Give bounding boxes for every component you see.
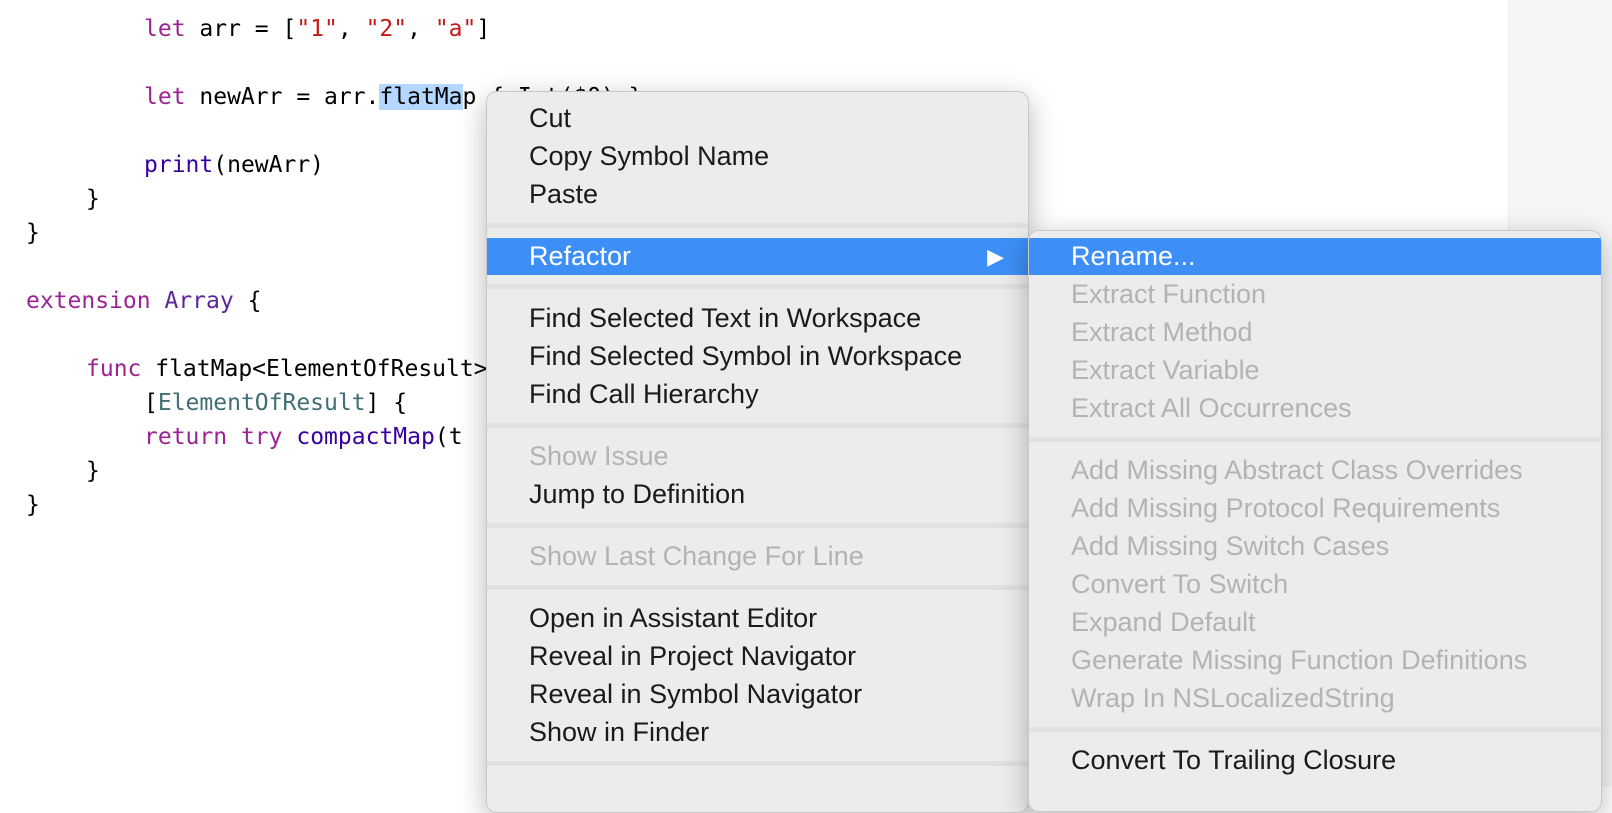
submenu-item-convert-trailing-closure[interactable]: Convert To Trailing Closure (1029, 742, 1601, 779)
menu-item-show-last-change: Show Last Change For Line (529, 541, 864, 571)
keyword-func: func (86, 356, 142, 382)
code-line-6[interactable]: extension Array { (26, 284, 261, 318)
menu-separator (487, 585, 1028, 590)
menu-item-cut[interactable]: Cut (487, 100, 1028, 137)
code-line-5[interactable]: } (26, 216, 40, 250)
submenu-item-wrap-nslocalizedstring: Wrap In NSLocalizedString (1071, 683, 1395, 713)
submenu-item-add-abstract-overrides: Add Missing Abstract Class Overrides (1071, 455, 1523, 485)
string-literal: "a" (434, 16, 477, 42)
submenu-item-expand-default: Expand Default (1071, 607, 1256, 637)
code-line-3[interactable]: print(newArr) (144, 148, 324, 182)
menu-item-open-assistant-editor[interactable]: Open in Assistant Editor (487, 600, 1028, 637)
function-name: compactMap (296, 424, 435, 450)
menu-item-refactor[interactable]: Refactor ▶ (487, 238, 1028, 275)
submenu-arrow-icon: ▶ (987, 244, 1004, 269)
submenu-item-add-switch-cases: Add Missing Switch Cases (1071, 531, 1390, 561)
string-literal: "2" (365, 16, 408, 42)
code-text: newArr = arr. (185, 84, 380, 110)
submenu-item-rename[interactable]: Rename... (1029, 238, 1601, 275)
code-text: flatMap<ElementOfResult> (141, 356, 488, 382)
code-text: (newArr) (213, 152, 325, 178)
menu-item-find-call-hierarchy[interactable]: Find Call Hierarchy (487, 376, 1028, 413)
menu-separator (1029, 727, 1601, 732)
submenu-item-extract-variable: Extract Variable (1071, 355, 1260, 385)
menu-item-label: Refactor (529, 241, 632, 271)
code-text: arr = [ (185, 16, 297, 42)
menu-separator (487, 761, 1028, 766)
code-text: (t (434, 424, 463, 450)
keyword-extension: extension (26, 288, 151, 314)
type-name: ElementOfResult (157, 390, 366, 416)
code-line-4[interactable]: } (86, 182, 100, 216)
menu-separator (1029, 437, 1601, 442)
menu-separator (487, 284, 1028, 289)
type-name: Array (164, 288, 234, 314)
menu-item-reveal-project-navigator[interactable]: Reveal in Project Navigator (487, 638, 1028, 675)
code-line-1[interactable]: let arr = ["1", "2", "a"] (144, 12, 490, 46)
code-line-9[interactable]: return try compactMap(t (144, 420, 463, 454)
code-text: [ (144, 390, 158, 416)
submenu-item-extract-all-occurrences: Extract All Occurrences (1071, 393, 1352, 423)
submenu-item-extract-method: Extract Method (1071, 317, 1253, 347)
menu-separator (487, 223, 1028, 228)
menu-separator (487, 423, 1028, 428)
keyword-return: return (144, 424, 228, 450)
submenu-item-add-protocol-requirements: Add Missing Protocol Requirements (1071, 493, 1501, 523)
string-literal: "1" (296, 16, 338, 42)
code-text: , (337, 16, 366, 42)
code-line-7[interactable]: func flatMap<ElementOfResult> (86, 352, 488, 386)
menu-item-show-issue: Show Issue (529, 441, 669, 471)
keyword-let: let (144, 84, 186, 110)
menu-item-reveal-symbol-navigator[interactable]: Reveal in Symbol Navigator (487, 676, 1028, 713)
menu-item-jump-to-definition[interactable]: Jump to Definition (487, 476, 1028, 513)
menu-item-show-in-finder[interactable]: Show in Finder (487, 714, 1028, 751)
menu-separator (487, 523, 1028, 528)
menu-item-copy-symbol-name[interactable]: Copy Symbol Name (487, 138, 1028, 175)
refactor-submenu: Rename... Extract Function Extract Metho… (1028, 230, 1602, 812)
submenu-item-convert-to-switch: Convert To Switch (1071, 569, 1289, 599)
code-text: , (407, 16, 435, 42)
function-name: print (144, 152, 214, 178)
code-line-10[interactable]: } (86, 454, 100, 488)
selected-symbol[interactable]: flatMa (379, 84, 463, 110)
context-menu: Cut Copy Symbol Name Paste Refactor ▶ Fi… (486, 91, 1029, 813)
submenu-item-extract-function: Extract Function (1071, 279, 1267, 309)
code-text: ] { (365, 390, 408, 416)
menu-item-paste[interactable]: Paste (487, 176, 1028, 213)
code-line-8[interactable]: [ElementOfResult] { (144, 386, 407, 420)
keyword-let: let (144, 16, 186, 42)
code-text: { (233, 288, 262, 314)
submenu-item-generate-missing-functions: Generate Missing Function Definitions (1071, 645, 1528, 675)
menu-item-find-selected-symbol[interactable]: Find Selected Symbol in Workspace (487, 338, 1028, 375)
code-line-11[interactable]: } (26, 488, 40, 522)
code-text: ] (476, 16, 491, 42)
keyword-try: try (240, 424, 283, 450)
menu-item-find-selected-text[interactable]: Find Selected Text in Workspace (487, 300, 1028, 337)
